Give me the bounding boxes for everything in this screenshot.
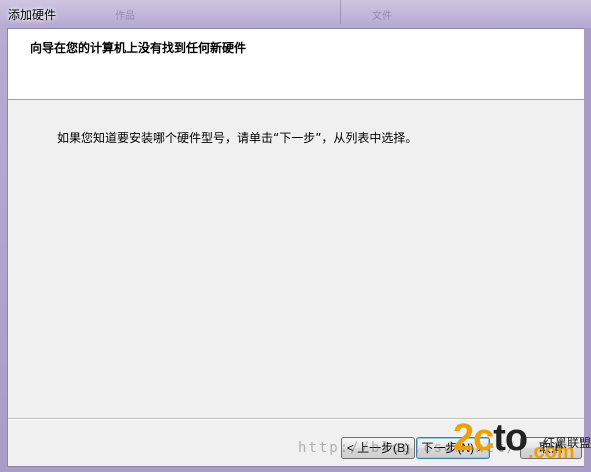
- window-frame-edge: [584, 28, 591, 472]
- wizard-instruction: 如果您知道要安装哪个硬件型号，请单击“下一步”，从列表中选择。: [57, 131, 418, 145]
- wizard-panel: 向导在您的计算机上没有找到任何新硬件 如果您知道要安装哪个硬件型号，请单击“下一…: [7, 28, 586, 467]
- background-window-text: 作品: [115, 11, 135, 22]
- wizard-header: 向导在您的计算机上没有找到任何新硬件: [8, 29, 585, 100]
- watermark-brand-text: 红黑联盟: [543, 436, 591, 450]
- title-bar[interactable]: 添加硬件 作品 文件: [0, 0, 591, 27]
- background-window-text-2: 文件: [372, 11, 392, 22]
- watermark-logo: 2cto: [453, 417, 528, 459]
- wizard-heading: 向导在您的计算机上没有找到任何新硬件: [30, 41, 247, 55]
- add-hardware-window: 添加硬件 作品 文件 向导在您的计算机上没有找到任何新硬件 如果您知道要安装哪个…: [0, 0, 591, 472]
- window-title: 添加硬件: [8, 8, 57, 22]
- background-divider: [340, 0, 341, 24]
